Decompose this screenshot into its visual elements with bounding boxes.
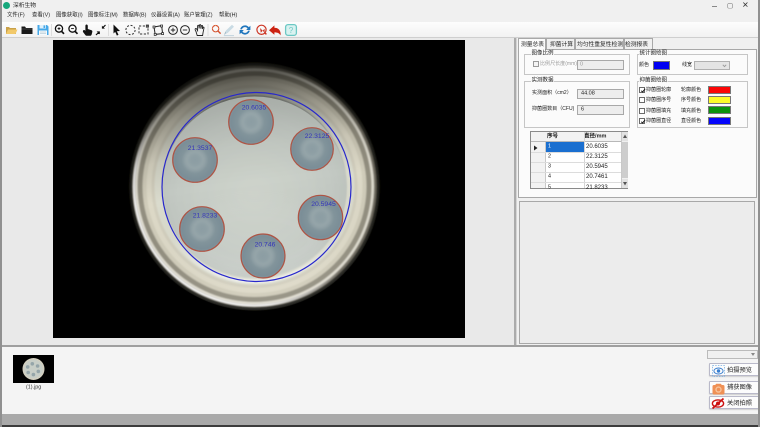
svg-text:20.6035: 20.6035 [242, 105, 267, 112]
svg-text:22.3125: 22.3125 [305, 133, 330, 140]
svg-text:21.3537: 21.3537 [188, 145, 213, 152]
svg-text:20.746: 20.746 [255, 242, 276, 249]
svg-text:21.8233: 21.8233 [193, 213, 218, 220]
svg-text:20.5945: 20.5945 [311, 201, 336, 208]
svg-text:?: ? [289, 26, 294, 35]
